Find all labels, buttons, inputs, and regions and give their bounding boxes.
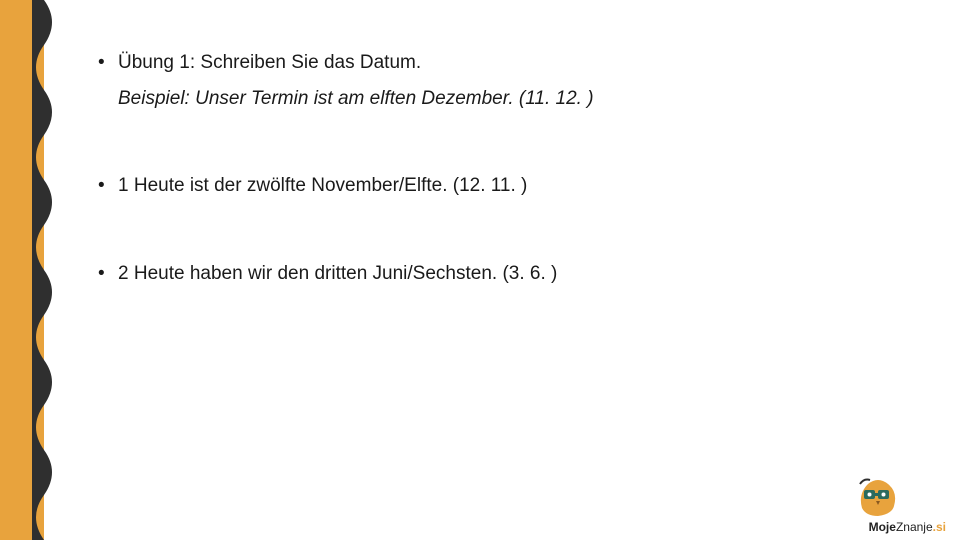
bullet-exercise-title: Übung 1: Schreiben Sie das Datum. [98, 50, 920, 76]
owl-mascot-icon [856, 474, 900, 518]
brand-part2: Znanje [896, 520, 933, 534]
brand-part1: Moje [869, 520, 896, 534]
bullet-item-1: 1 Heute ist der zwölfte November/Elfte. … [98, 173, 920, 199]
spacer [98, 209, 920, 261]
slide-content: Übung 1: Schreiben Sie das Datum. Beispi… [98, 50, 920, 297]
text: Beispiel: Unser Termin ist am elften Dez… [118, 88, 594, 109]
spacer [98, 121, 920, 173]
example-line: Beispiel: Unser Termin ist am elften Dez… [98, 86, 920, 112]
wave-divider [32, 0, 72, 540]
brand-logo-text: MojeZnanje.si [869, 520, 946, 534]
text: Übung 1: Schreiben Sie das Datum. [118, 52, 421, 73]
text: 2 Heute haben wir den dritten Juni/Sechs… [118, 263, 557, 284]
brand-tld: .si [933, 520, 946, 534]
text: 1 Heute ist der zwölfte November/Elfte. … [118, 175, 527, 196]
bullet-item-2: 2 Heute haben wir den dritten Juni/Sechs… [98, 261, 920, 287]
